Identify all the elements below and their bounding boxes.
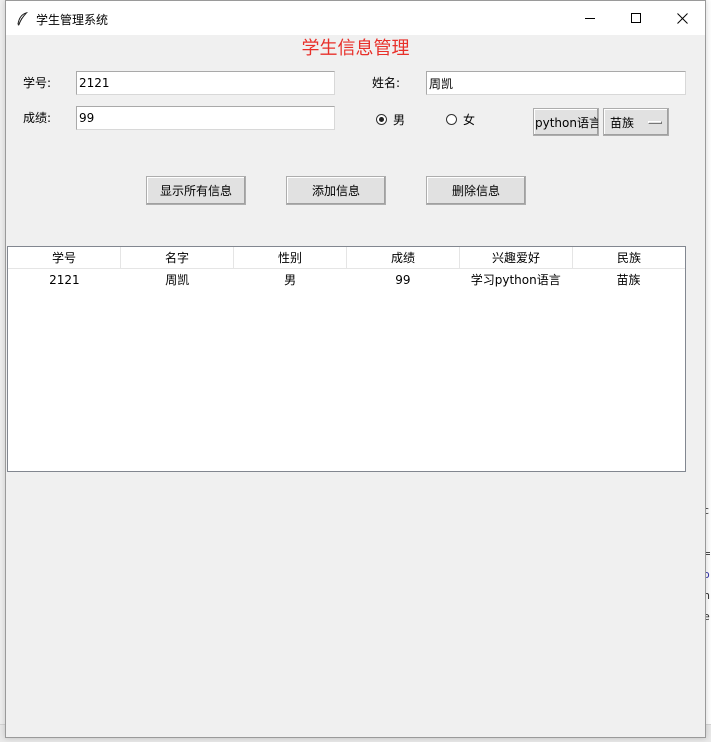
title-bar[interactable]: 学生管理系统 <box>6 1 705 35</box>
table-cell: 学习python语言 <box>470 273 561 287</box>
table-cell: 苗族 <box>616 273 641 287</box>
table-cell: 2121 <box>49 273 80 287</box>
column-header[interactable]: 兴趣爱好 <box>460 247 573 268</box>
gender-radio-male[interactable]: 男 <box>376 111 405 127</box>
table-cell: 99 <box>395 273 411 287</box>
app-window: 学生管理系统 学生信息管理 学号: 姓名: 成绩: <box>5 0 706 738</box>
student-id-label: 学号: <box>23 76 52 90</box>
delete-button[interactable]: 删除信息 <box>426 176 526 205</box>
student-table[interactable]: 学号 名字 性别 成绩 兴趣爱好 民族 2121 周凯 男 99 学习pytho… <box>7 246 686 472</box>
show-all-button[interactable]: 显示所有信息 <box>146 176 246 205</box>
add-label: 添加信息 <box>311 184 360 198</box>
student-id-input[interactable] <box>76 71 335 95</box>
table-cell: 男 <box>284 273 297 287</box>
hobby-selected-value: python语言 <box>535 115 599 130</box>
minimize-button[interactable] <box>567 1 613 35</box>
show-all-label: 显示所有信息 <box>159 184 232 198</box>
maximize-icon <box>631 13 641 23</box>
add-button[interactable]: 添加信息 <box>286 176 386 205</box>
score-input[interactable] <box>76 106 335 130</box>
column-header[interactable]: 成绩 <box>347 247 460 268</box>
column-header[interactable]: 学号 <box>8 247 121 268</box>
window-title: 学生管理系统 <box>36 13 109 27</box>
delete-label: 删除信息 <box>451 184 500 198</box>
name-input[interactable] <box>426 71 686 95</box>
table-cell: 周凯 <box>165 273 190 287</box>
option-menu-indicator-icon <box>648 121 662 124</box>
close-button[interactable] <box>659 1 705 35</box>
column-header[interactable]: 民族 <box>573 247 685 268</box>
gender-radio-female[interactable]: 女 <box>446 111 475 127</box>
gender-male-label: 男 <box>393 112 406 127</box>
close-icon <box>676 12 688 24</box>
hobby-option-menu[interactable]: python语言 <box>533 108 599 136</box>
gender-female-label: 女 <box>463 112 476 127</box>
minimize-icon <box>585 13 595 23</box>
radio-unselected-icon <box>446 113 457 125</box>
column-header[interactable]: 名字 <box>121 247 234 268</box>
feather-icon <box>16 11 29 26</box>
page-title: 学生信息管理 <box>301 38 410 59</box>
name-label: 姓名: <box>372 76 401 90</box>
table-row[interactable]: 2121 周凯 男 99 学习python语言 苗族 <box>8 270 685 290</box>
maximize-button[interactable] <box>613 1 659 35</box>
table-header: 学号 名字 性别 成绩 兴趣爱好 民族 <box>8 247 685 269</box>
ethnicity-selected-value: 苗族 <box>610 115 635 130</box>
score-label: 成绩: <box>23 111 52 125</box>
column-header[interactable]: 性别 <box>234 247 347 268</box>
radio-selected-icon <box>376 113 387 125</box>
ethnicity-option-menu[interactable]: 苗族 <box>603 108 669 136</box>
